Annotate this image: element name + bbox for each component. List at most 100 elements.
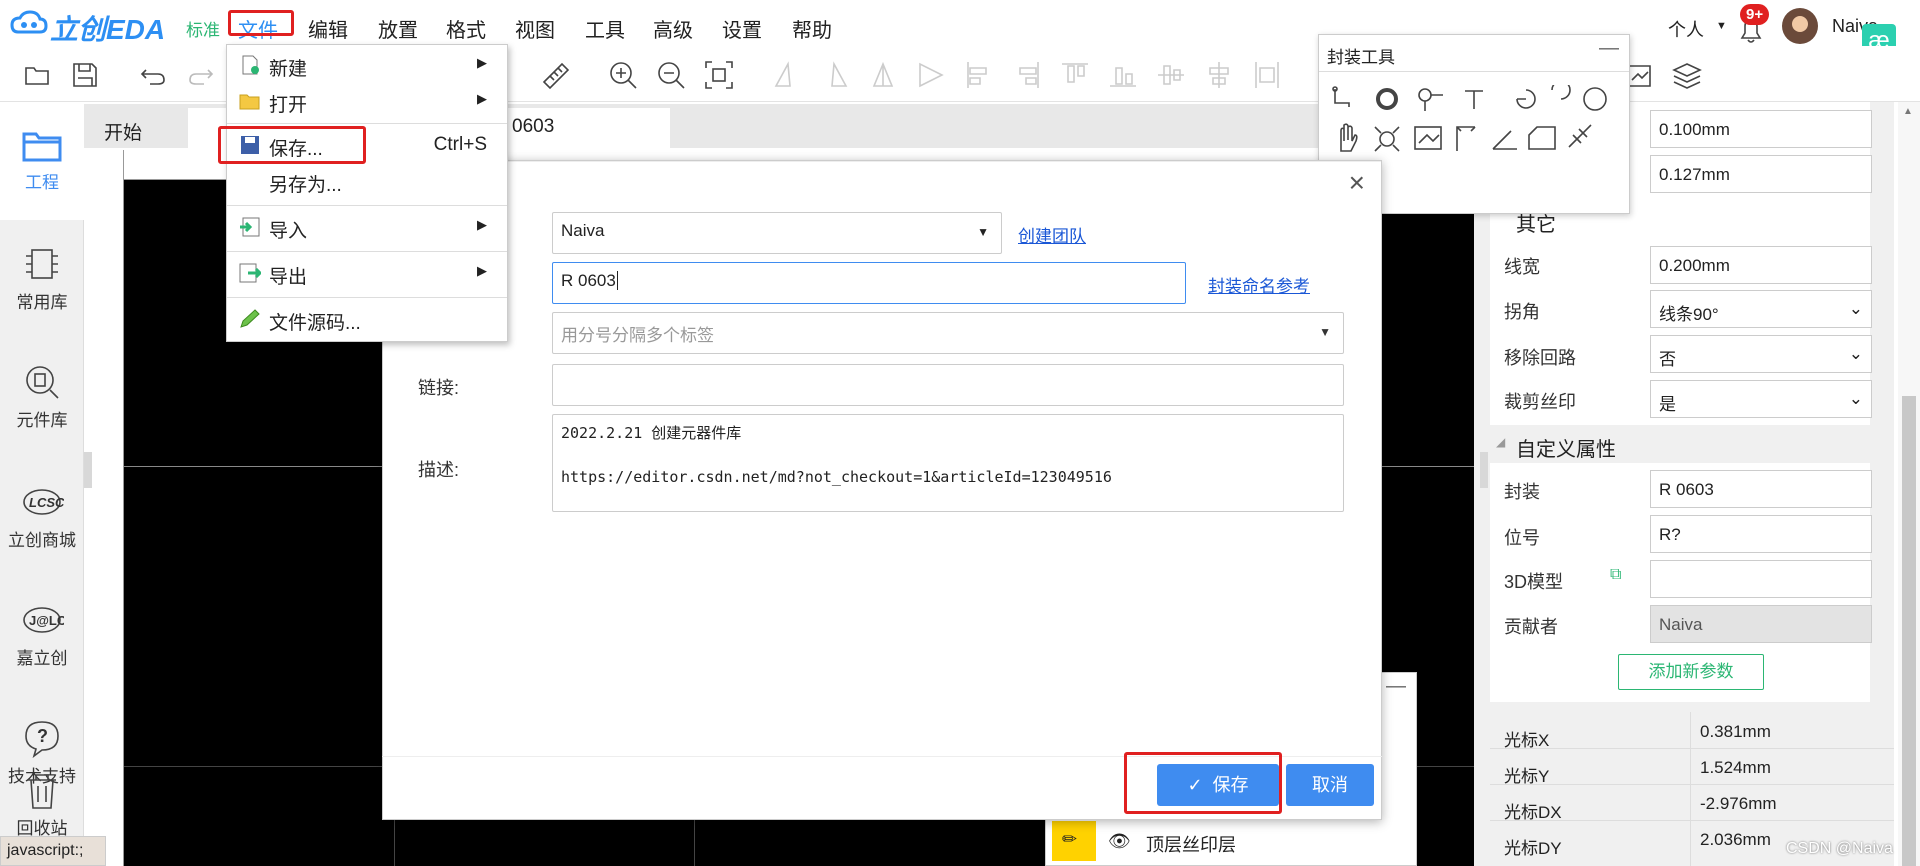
menu-help[interactable]: 帮助 [792,14,832,43]
region-icon [1528,126,1556,150]
align-hright-icon[interactable] [1010,58,1044,92]
align-hcenter-icon[interactable] [1202,58,1236,92]
scroll-up-icon[interactable]: ▲ [1903,106,1913,117]
cursor-dx-value: -2.976mm [1700,794,1777,813]
description-textarea[interactable]: 2022.2.21 创建元器件库 https://editor.csdn.net… [552,414,1344,512]
menu-place[interactable]: 放置 [378,14,418,43]
chevron-down-icon: ▼ [977,225,989,239]
property-field[interactable]: 0.127mm [1650,155,1872,193]
sidebar-item-common-lib[interactable]: 常用库 [0,244,84,313]
chevron-down-icon: ⌄ [1848,389,1863,408]
align-right-icon[interactable] [818,58,852,92]
layers-icon[interactable] [1670,58,1704,92]
sidebar-item-project[interactable]: 工程 [0,124,84,193]
chevron-down-icon: ▼ [1319,325,1331,339]
linewidth-label: 线宽 [1504,257,1540,277]
pencil-icon: ✏ [1062,829,1078,849]
undo-icon[interactable] [136,58,170,92]
user-menu[interactable]: 个人 [1668,16,1704,42]
eye-icon[interactable]: 👁 [1108,831,1131,852]
sidebar-label: 常用库 [16,293,68,312]
menu-item-source[interactable]: 文件源码... [227,301,507,337]
angle-icon [1492,130,1517,150]
avatar[interactable] [1782,8,1818,44]
zoom-in-icon[interactable] [606,58,640,92]
footprint-tools-title: 封装工具 [1327,48,1395,67]
menu-advanced[interactable]: 高级 [653,14,693,43]
cancel-button[interactable]: 取消 [1286,764,1374,806]
menu-format[interactable]: 格式 [446,14,486,43]
arc2-icon [1551,85,1571,100]
footprint-name-input[interactable]: R 0603 [552,262,1186,304]
menu-item-label: 文件源码... [269,313,361,334]
section-custom-header[interactable]: ◢ 自定义属性 [1490,425,1894,463]
align-left-icon[interactable] [770,58,804,92]
align-vtop-icon[interactable] [1058,58,1092,92]
distribute-icon[interactable] [1250,58,1284,92]
package-field[interactable]: R 0603 [1650,470,1872,508]
menu-edit[interactable]: 编辑 [308,14,348,43]
package-label: 封装 [1504,482,1540,502]
remove-loop-select[interactable]: 否 ⌄ [1650,335,1872,373]
menu-view[interactable]: 视图 [515,14,555,43]
close-icon[interactable]: × [1349,167,1365,199]
trash-icon [28,774,56,809]
svg-text:J@LC: J@LC [29,613,64,628]
submenu-arrow-icon: ▶ [477,91,487,106]
fit-view-icon[interactable] [702,58,736,92]
clip-silk-select[interactable]: 是 ⌄ [1650,380,1872,418]
folder-icon [22,132,62,162]
layer-color-swatch[interactable]: ✏ [1052,821,1096,861]
open-folder-icon[interactable] [20,58,54,92]
align-hleft-icon[interactable] [962,58,996,92]
property-field[interactable]: 0.100mm [1650,110,1872,148]
align-vcenter-icon[interactable] [1154,58,1188,92]
menu-item-import[interactable]: 导入 ▶ [227,209,507,245]
align-center-icon[interactable] [866,58,900,92]
menu-item-export[interactable]: 导出 ▶ [227,255,507,291]
sidebar-item-component-lib[interactable]: 元件库 [0,362,84,431]
sidebar-collapse-handle[interactable] [84,452,92,488]
menu-item-save-as[interactable]: 另存为... [227,163,507,199]
help-icon: ? [25,721,59,758]
scrollbar[interactable]: ▲ [1898,102,1920,866]
designator-field[interactable]: R? [1650,515,1872,553]
naming-reference-link[interactable]: 封装命名参考 [1208,272,1310,297]
owner-select[interactable]: Naiva ▼ [552,212,1002,254]
corner-select[interactable]: 线条90° ⌄ [1650,290,1872,328]
description-line: https://editor.csdn.net/md?not_checkout=… [561,468,1112,486]
designator-label: 位号 [1504,528,1540,548]
sidebar-item-trash[interactable]: 回收站 [0,770,84,839]
zoom-out-icon[interactable] [654,58,688,92]
highlight-save-menu-item [218,126,366,164]
hole-icon [1379,131,1395,147]
create-team-link[interactable]: 创建团队 [1018,222,1086,247]
panel-collapse-handle[interactable] [1480,452,1488,488]
sidebar-item-lcsc[interactable]: LCSC 立创商城 [0,482,84,551]
cursor-dy-value: 2.036mm [1700,830,1771,849]
menu-item-new[interactable]: 新建 ▶ [227,47,507,83]
menu-settings[interactable]: 设置 [722,14,762,43]
model3d-icon[interactable]: ⧉ [1610,566,1621,584]
align-top-icon[interactable] [914,58,948,92]
redo-icon[interactable] [184,58,218,92]
link-input[interactable] [552,364,1344,406]
minimize-icon[interactable]: — [1386,675,1406,698]
clip-silk-label: 裁剪丝印 [1504,392,1576,412]
minimize-icon[interactable]: — [1599,37,1619,60]
menu-item-open[interactable]: 打开 ▶ [227,83,507,119]
save-icon[interactable] [68,58,102,92]
menu-tools[interactable]: 工具 [585,14,625,43]
measure-icon[interactable] [538,58,572,92]
tags-select[interactable]: 用分号分隔多个标签 ▼ [552,312,1344,354]
circle-icon [1583,87,1607,111]
sidebar-item-jlc[interactable]: J@LC 嘉立创 [0,600,84,669]
sidebar-label: 工程 [25,173,59,192]
pencil-icon [240,309,260,328]
linewidth-field[interactable]: 0.200mm [1650,246,1872,284]
model3d-field[interactable] [1650,560,1872,598]
tab-start[interactable]: 开始 [86,110,161,148]
add-param-button[interactable]: 添加新参数 [1618,654,1764,690]
align-vbottom-icon[interactable] [1106,58,1140,92]
arc-icon [1516,89,1536,109]
